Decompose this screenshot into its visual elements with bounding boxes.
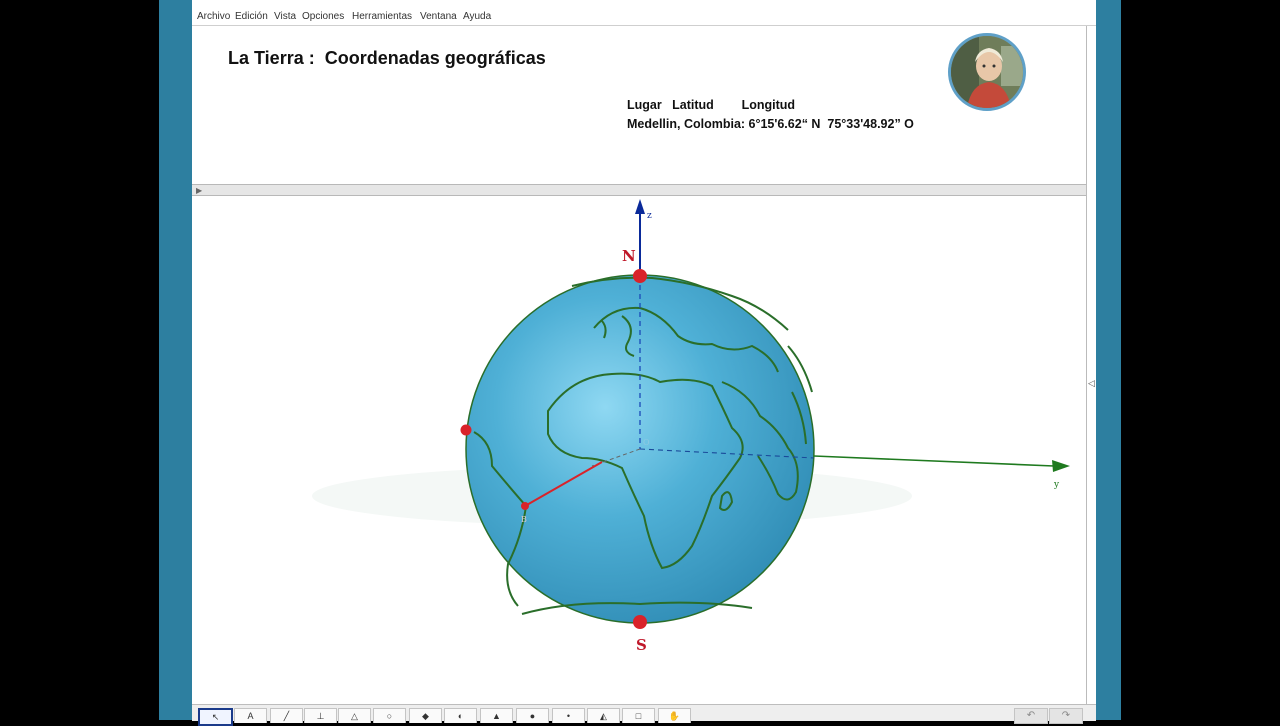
south-label: S — [636, 636, 647, 654]
z-axis-arrow-icon — [635, 199, 645, 214]
menu-ventana[interactable]: Ventana — [420, 11, 457, 22]
collapse-panel-icon[interactable]: ◁ — [1088, 378, 1095, 389]
sphere-tool[interactable]: ◐ — [444, 708, 477, 723]
z-axis-label: z — [647, 211, 652, 221]
point-tool[interactable]: A — [234, 708, 267, 723]
menu-opciones[interactable]: Opciones — [302, 11, 344, 22]
plane-tool[interactable]: ▲ — [480, 708, 513, 723]
menu-edicion[interactable]: Edición — [235, 11, 268, 22]
point-b-label: B — [521, 515, 527, 524]
geogebra-app: Archivo Edición Vista Opciones Herramien… — [192, 0, 1096, 726]
y-axis — [813, 455, 1055, 467]
graphics-3d-view[interactable]: z y O B N S — [192, 196, 1086, 704]
north-pole-point[interactable] — [633, 269, 647, 283]
expand-arrow-icon[interactable]: ▶ — [196, 186, 202, 195]
coords-header: Lugar Latitud Longitud — [627, 98, 796, 112]
perpendicular-tool[interactable]: ⊥ — [304, 708, 337, 723]
page-title: La Tierra : Coordenadas geográficas — [228, 48, 546, 68]
window-frame-left — [159, 0, 192, 720]
y-axis-arrow-icon — [1052, 460, 1070, 472]
polygon-tool[interactable]: △ — [338, 708, 371, 723]
point-b[interactable] — [521, 502, 529, 510]
north-label: N — [622, 247, 636, 265]
menu-bar: Archivo Edición Vista Opciones Herramien… — [192, 0, 1096, 26]
circle-tool[interactable]: ○ — [373, 708, 406, 723]
rotate-view-tool[interactable]: ✋ — [658, 708, 691, 723]
view-divider[interactable]: ▶ — [192, 184, 1086, 196]
tool-bar: ↖ A ╱ ⊥ △ ○ ◆ ◐ ▲ ● • ◭ □ ✋ ↶ ↷ — [192, 704, 1096, 726]
net-tool[interactable]: □ — [622, 708, 655, 723]
menu-herramientas[interactable]: Herramientas — [352, 11, 412, 22]
south-pole-point[interactable] — [633, 615, 647, 629]
coords-row: Medellin, Colombia: 6°15'6.62“ N 75°33'4… — [627, 117, 914, 131]
window-frame-right — [1096, 0, 1121, 720]
y-axis-label: y — [1053, 480, 1060, 490]
intersect-tool[interactable]: ◆ — [409, 708, 442, 723]
equator-point[interactable] — [460, 424, 472, 436]
extrude-tool[interactable]: ◭ — [587, 708, 620, 723]
menu-ayuda[interactable]: Ayuda — [463, 11, 491, 22]
redo-button[interactable]: ↷ — [1049, 708, 1083, 724]
select-tool[interactable]: ↖ — [198, 708, 233, 726]
angle-tool[interactable]: ● — [516, 708, 549, 723]
reflect-tool[interactable]: • — [552, 708, 585, 723]
author-avatar — [948, 33, 1026, 111]
menu-vista[interactable]: Vista — [274, 11, 296, 22]
origin-label: O — [643, 438, 650, 447]
undo-button[interactable]: ↶ — [1014, 708, 1048, 724]
algebra-text-panel: La Tierra : Coordenadas geográficas Luga… — [192, 26, 1087, 184]
menu-archivo[interactable]: Archivo — [197, 11, 230, 22]
right-panel-border — [1086, 26, 1087, 706]
line-tool[interactable]: ╱ — [270, 708, 303, 723]
